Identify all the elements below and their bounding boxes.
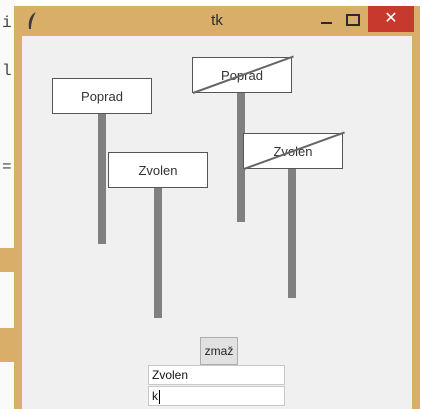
code-char: l [2,62,12,80]
sign-board[interactable]: Poprad [52,78,152,114]
text-entry-1[interactable]: Zvolen [148,365,285,385]
code-char: = [2,158,12,176]
sign-board-struck[interactable]: Poprad [192,55,294,94]
entry-1-value: Zvolen [152,368,189,382]
tk-window: tk ✕ Poprad Zvolen Poprad Zvolen zmaž [14,6,420,409]
sign-board-struck[interactable]: Zvolen [243,131,345,170]
entry-2-value: k [152,389,158,403]
title-bar[interactable]: tk ✕ [14,6,420,36]
sign-pole [98,114,106,244]
sign-pole [154,188,162,318]
sign-board[interactable]: Zvolen [108,152,208,188]
strike-line [192,55,294,94]
sign-label: Zvolen [138,162,178,178]
delete-button[interactable]: zmaž [200,337,238,365]
strike-line [243,131,345,170]
background-strip [0,328,14,362]
maximize-button[interactable] [340,6,366,32]
canvas-area[interactable]: Poprad Zvolen Poprad Zvolen zmaž Zvolen … [22,36,412,409]
background-strip [0,248,14,272]
code-char: i [2,14,12,32]
sign-label: Poprad [81,88,123,104]
minimize-button[interactable] [314,6,340,32]
sign-pole [288,168,296,298]
text-entry-2[interactable]: k [148,386,285,406]
close-button[interactable]: ✕ [368,6,414,32]
text-caret [159,389,160,404]
